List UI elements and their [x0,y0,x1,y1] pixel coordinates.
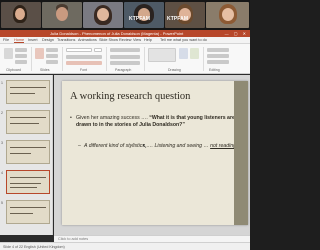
shapes-gallery[interactable] [148,48,176,62]
slide-bullet-2[interactable]: – A different kind of stylistics …. List… [78,143,244,150]
tab-design[interactable]: Design [42,38,54,42]
mouse-pointer-icon: ↖ [142,144,148,150]
notes-placeholder: Click to add notes [58,237,89,241]
bullet-1-text: Given her amazing success …. [76,115,150,121]
layout-button[interactable] [46,48,58,52]
group-label-slides: Slides [40,68,50,72]
thumbnail-number: 1 [1,81,3,85]
window-controls[interactable]: — ▢ ✕ [225,31,248,36]
slide-title[interactable]: A working research question [70,91,190,102]
current-slide[interactable]: A working research question • Given her … [62,81,248,225]
participant-label: KTPFAM [129,16,151,22]
participant-video-strip: KTPFAM KTPFAM [0,0,250,30]
paste-button[interactable] [4,48,13,59]
ribbon-tabs: File Home Insert Design Transitions Anim… [0,37,250,44]
list-buttons[interactable] [110,48,140,52]
replace-button[interactable] [207,54,229,58]
slide-thumbnail[interactable] [6,200,50,224]
notes-pane[interactable]: Click to add notes [54,235,250,242]
window-title-bar: Julia Donaldson - Phenomenon of Julia Do… [0,30,250,37]
align-buttons[interactable] [110,55,140,59]
group-label-drawing: Drawing [168,68,181,72]
slide-thumbnail-selected[interactable] [6,170,50,194]
reset-button[interactable] [46,54,58,58]
window-title: Julia Donaldson - Phenomenon of Julia Do… [50,31,184,36]
section-button[interactable] [46,60,58,64]
bullet-2-underlined: not reading [210,143,237,149]
status-bar: Slide 4 of 22 English (United Kingdom) [0,242,250,250]
thumbnail-number: 4 [1,171,3,175]
format-painter-button[interactable] [15,60,27,64]
slide-bullet-1[interactable]: • Given her amazing success …. “What it … [70,115,236,129]
font-style-buttons[interactable] [66,55,102,59]
slide-editing-canvas: A working research question • Given her … [54,75,250,235]
thumbnail-number: 5 [1,201,3,205]
font-name-field[interactable] [66,48,92,52]
group-label-clipboard: Clipboard [6,68,21,72]
tab-slide-show[interactable]: Slide Show [99,38,118,42]
select-button[interactable] [207,60,229,64]
bullet-marker: – [78,143,81,149]
tab-home[interactable]: Home [14,38,25,43]
tab-insert[interactable]: Insert [28,38,38,42]
tab-view[interactable]: View [133,38,141,42]
status-text: Slide 4 of 22 English (United Kingdom) [3,245,65,249]
font-color-buttons[interactable] [66,61,102,65]
group-label-paragraph: Paragraph [115,68,132,72]
thumbnail-number: 2 [1,111,3,115]
tab-review[interactable]: Review [119,38,131,42]
slide-thumbnail[interactable] [6,110,50,134]
slide-thumbnail[interactable] [6,140,50,164]
thumbnail-number: 3 [1,141,3,145]
participant-tile[interactable] [42,2,82,28]
group-label-font: Font [80,68,88,72]
copy-button[interactable] [15,54,27,58]
tab-help[interactable]: Help [144,38,152,42]
slide-thumbnail-pane: 1 2 3 4 5 [0,75,53,235]
bullet-2-text: A different kind of stylistics …. Listen… [84,143,211,149]
ribbon: Clipboard Slides Font Paragraph Drawing … [0,44,250,74]
screen: KTPFAM KTPFAM Julia Donaldson - Phenomen… [0,0,250,250]
participant-tile[interactable] [124,2,164,28]
tell-me-search[interactable]: Tell me what you want to do [160,38,207,42]
slide-thumbnail[interactable] [6,80,50,104]
tab-animations[interactable]: Animations [78,38,97,42]
find-button[interactable] [207,48,229,52]
bullet-marker: • [70,115,72,121]
new-slide-button[interactable] [35,48,44,59]
tab-transitions[interactable]: Transitions [57,38,75,42]
participant-tile[interactable] [206,2,249,28]
quick-styles-button[interactable] [190,48,199,59]
cut-button[interactable] [15,48,27,52]
spacing-buttons[interactable] [110,61,140,65]
tab-file[interactable]: File [3,38,9,42]
participant-tile[interactable] [83,2,123,28]
participant-tile[interactable] [165,2,205,28]
participant-label: KTPFAM [167,16,189,22]
slide-decorative-strip [234,81,248,225]
font-size-field[interactable] [94,48,102,52]
group-label-editing: Editing [209,68,220,72]
participant-tile[interactable] [1,2,41,28]
arrange-button[interactable] [179,48,188,59]
